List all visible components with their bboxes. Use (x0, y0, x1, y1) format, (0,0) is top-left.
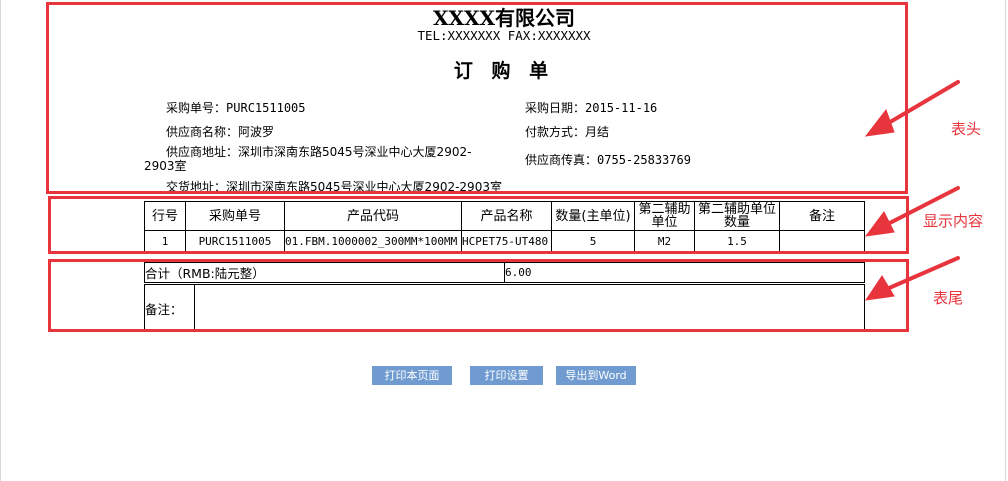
arrow-header-line (878, 80, 960, 130)
arrow-content-head (864, 211, 895, 237)
annotation-arrows (864, 80, 960, 301)
print-settings-button[interactable]: 打印设置 (470, 366, 543, 385)
export-word-button[interactable]: 导出到Word (556, 366, 636, 385)
print-page-button[interactable]: 打印本页面 (372, 366, 452, 385)
annotation-header: 表头 (951, 120, 982, 138)
annotation-content: 显示内容 (923, 212, 984, 230)
arrow-header-head (864, 108, 895, 137)
annotation-footer: 表尾 (933, 289, 964, 307)
